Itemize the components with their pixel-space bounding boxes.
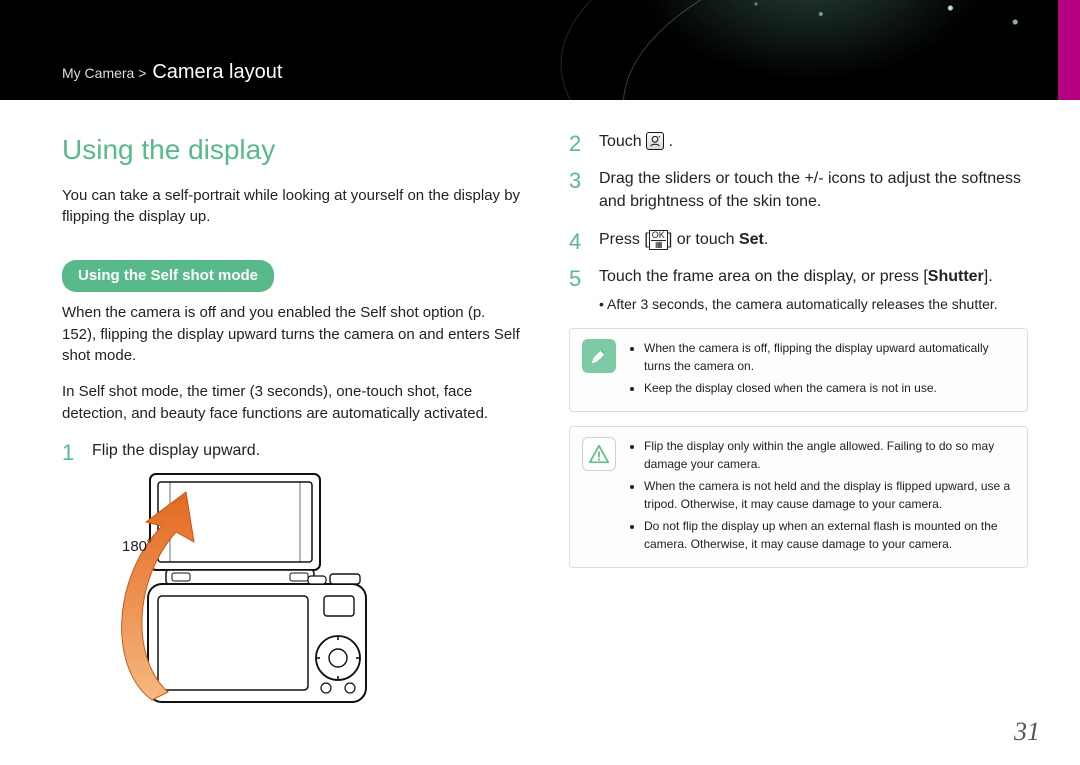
left-column: Using the display You can take a self-po… bbox=[62, 130, 521, 744]
steps-right: Touch . Drag the sliders or touch the +/… bbox=[569, 130, 1028, 314]
flip-illustration: 180˚ bbox=[92, 470, 521, 730]
breadcrumb-title: Camera layout bbox=[152, 61, 282, 83]
tip-item: When the camera is off, flipping the dis… bbox=[644, 339, 1013, 375]
warning-item: Do not flip the display up when an exter… bbox=[644, 517, 1013, 553]
page-header: My Camera > Camera layout bbox=[0, 0, 1080, 100]
angle-label: 180˚ bbox=[122, 536, 152, 558]
warning-icon bbox=[582, 437, 616, 471]
step-2-post: . bbox=[669, 133, 673, 150]
step-5-pre: Touch the frame area on the display, or … bbox=[599, 268, 928, 285]
tip-list: When the camera is off, flipping the dis… bbox=[630, 339, 1013, 401]
breadcrumb: My Camera > Camera layout bbox=[62, 61, 282, 84]
face-beauty-icon bbox=[646, 132, 664, 150]
header-swoosh-2 bbox=[551, 0, 1080, 100]
warning-list: Flip the display only within the angle a… bbox=[630, 437, 1013, 557]
tip-item: Keep the display closed when the camera … bbox=[644, 379, 1013, 397]
warning-box: Flip the display only within the angle a… bbox=[569, 426, 1028, 568]
step-3: Drag the sliders or touch the +/- icons … bbox=[569, 167, 1028, 213]
step-4-mid: ] or touch bbox=[668, 231, 739, 248]
step-5-shutter: Shutter bbox=[928, 268, 984, 285]
step-2: Touch . bbox=[569, 130, 1028, 153]
right-column: Touch . Drag the sliders or touch the +/… bbox=[569, 130, 1028, 744]
ok-button-icon: OK▦ bbox=[649, 230, 668, 250]
step-5: Touch the frame area on the display, or … bbox=[569, 265, 1028, 314]
page-number: 31 bbox=[1014, 717, 1040, 747]
step-3-text: Drag the sliders or touch the +/- icons … bbox=[599, 170, 1021, 210]
steps-left: Flip the display upward. 180˚ bbox=[62, 439, 521, 730]
step-1: Flip the display upward. 180˚ bbox=[62, 439, 521, 730]
header-accent-bar bbox=[1058, 0, 1080, 100]
content: Using the display You can take a self-po… bbox=[0, 100, 1080, 744]
breadcrumb-sep: > bbox=[138, 65, 150, 81]
step-4-set: Set bbox=[739, 231, 764, 248]
step-4-post: . bbox=[764, 231, 768, 248]
intro-paragraph: You can take a self-portrait while looki… bbox=[62, 185, 521, 229]
step-1-text: Flip the display upward. bbox=[92, 442, 260, 459]
section-title: Using the display bbox=[62, 130, 521, 171]
selfshot-paragraph-1: When the camera is off and you enabled t… bbox=[62, 302, 521, 367]
warning-item: When the camera is not held and the disp… bbox=[644, 477, 1013, 513]
step-4-pre: Press [ bbox=[599, 231, 649, 248]
camera-flip-diagram bbox=[92, 470, 392, 730]
breadcrumb-section: My Camera bbox=[62, 65, 134, 81]
subsection-pill: Using the Self shot mode bbox=[62, 260, 274, 292]
warning-item: Flip the display only within the angle a… bbox=[644, 437, 1013, 473]
step-5-sub: After 3 seconds, the camera automaticall… bbox=[599, 294, 1028, 314]
tip-box: When the camera is off, flipping the dis… bbox=[569, 328, 1028, 412]
pen-tip-icon bbox=[582, 339, 616, 373]
step-4: Press [OK▦] or touch Set. bbox=[569, 228, 1028, 251]
step-5-post: ]. bbox=[984, 268, 993, 285]
selfshot-paragraph-2: In Self shot mode, the timer (3 seconds)… bbox=[62, 381, 521, 425]
step-2-pre: Touch bbox=[599, 133, 646, 150]
